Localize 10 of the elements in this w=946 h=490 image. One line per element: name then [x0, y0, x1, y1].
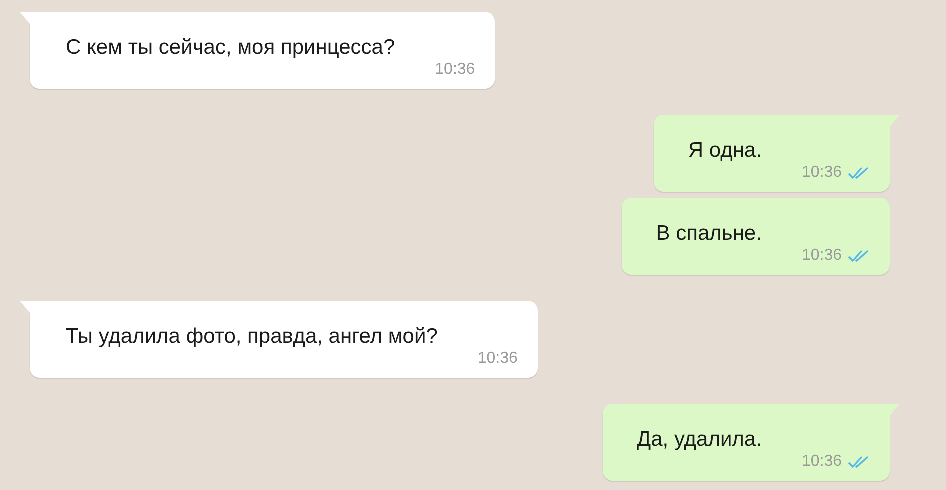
message-time: 10:36 [435, 61, 476, 79]
message-text: В спальне. [656, 222, 762, 246]
message-text: С кем ты сейчас, моя принцесса? [66, 36, 396, 60]
message-time: 10:36 [478, 350, 518, 368]
message-time: 10:36 [802, 164, 842, 182]
message-text: Я одна. [688, 138, 762, 162]
message-time: 10:36 [802, 247, 842, 265]
message-text: Ты удалила фото, правда, ангел мой? [66, 324, 438, 348]
message-time: 10:36 [802, 453, 842, 471]
message-text: Да, удалила. [636, 428, 762, 452]
